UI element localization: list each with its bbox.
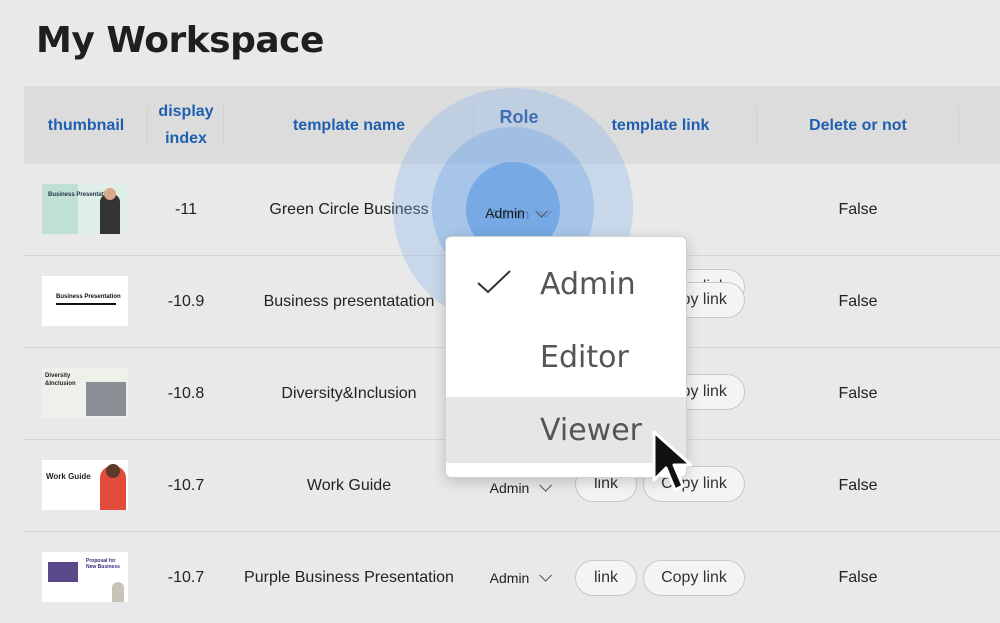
- table-row: Proposal for New Business -10.7 Purple B…: [24, 532, 1000, 623]
- role-select[interactable]: Admin: [474, 532, 564, 623]
- header-delete[interactable]: Delete or not: [757, 86, 959, 164]
- display-index: -10.7: [167, 476, 205, 494]
- thumbnail-image[interactable]: Diversity &Inclusion: [42, 368, 128, 418]
- role-option-editor[interactable]: Editor: [446, 324, 686, 390]
- chevron-down-icon: [535, 204, 548, 218]
- delete-flag: False: [838, 200, 878, 218]
- link-button[interactable]: link: [575, 560, 637, 596]
- delete-flag: False: [838, 568, 878, 586]
- header-thumbnail[interactable]: thumbnail: [24, 86, 148, 164]
- delete-flag: False: [838, 476, 878, 494]
- thumbnail-image[interactable]: Business Presentation: [42, 184, 128, 234]
- delete-flag: False: [838, 292, 878, 310]
- template-name: Work Guide: [306, 476, 392, 494]
- role-select-active[interactable]: Admin: [467, 195, 562, 231]
- template-name: Diversity&Inclusion: [281, 384, 417, 402]
- role-option-admin[interactable]: Admin: [446, 251, 686, 317]
- display-index: -10.8: [167, 384, 205, 402]
- display-index: -10.9: [167, 292, 205, 310]
- thumbnail-image[interactable]: Proposal for New Business: [42, 552, 128, 602]
- thumbnail-image[interactable]: Business Presentation: [42, 276, 128, 326]
- copy-link-button[interactable]: Copy link: [643, 560, 745, 596]
- chevron-down-icon: [539, 479, 553, 492]
- template-name: Purple Business Presentation: [244, 568, 454, 586]
- display-index: -10.7: [167, 568, 205, 586]
- delete-flag: False: [838, 384, 878, 402]
- check-icon: [477, 270, 511, 294]
- mouse-pointer-icon: [652, 430, 693, 492]
- display-index: -11: [175, 200, 197, 218]
- thumbnail-image[interactable]: Work Guide: [42, 460, 128, 510]
- chevron-down-icon: [539, 569, 553, 582]
- header-display-index[interactable]: display index: [148, 86, 224, 164]
- page-title: My Workspace: [36, 20, 324, 61]
